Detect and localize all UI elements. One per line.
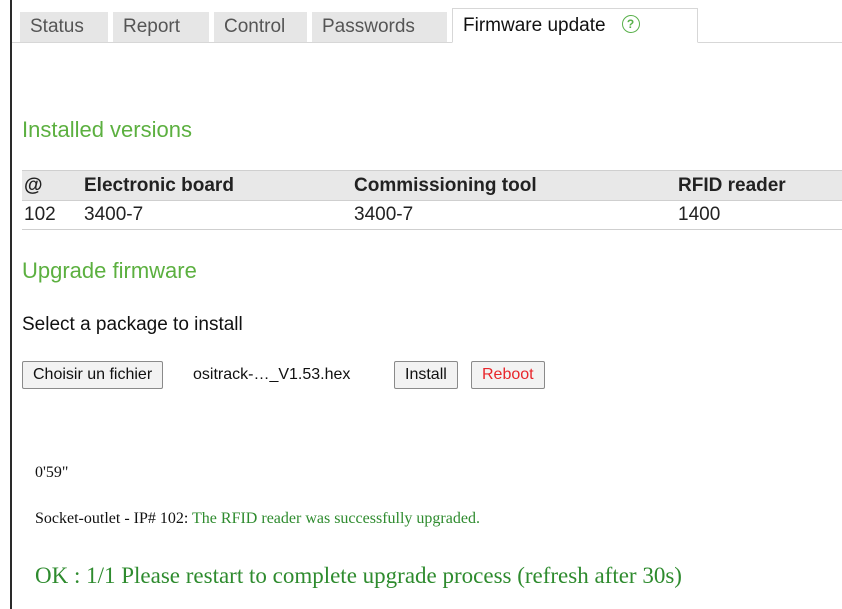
tab-report[interactable]: Report (113, 12, 209, 42)
column-header-commissioning-tool: Commissioning tool (354, 175, 537, 196)
package-prompt: Select a package to install (22, 314, 243, 335)
versions-table: @ Electronic board Commissioning tool RF… (22, 170, 842, 230)
tab-control[interactable]: Control (214, 12, 307, 42)
help-icon[interactable]: ? (621, 15, 640, 34)
elapsed-time: 0'59" (35, 464, 69, 481)
page-left-border (10, 0, 12, 609)
cell-commissioning-tool: 3400-7 (354, 204, 414, 225)
versions-table-header: @ Electronic board Commissioning tool RF… (22, 170, 842, 201)
tab-passwords-label: Passwords (322, 16, 415, 37)
tab-status-label: Status (30, 16, 84, 37)
reboot-button[interactable]: Reboot (471, 361, 545, 389)
column-header-address: @ (24, 175, 43, 196)
device-message: The RFID reader was successfully upgrade… (192, 510, 480, 527)
upgrade-status-line: Socket-outlet - IP# 102: The RFID reader… (35, 510, 480, 528)
tab-firmware-update[interactable]: Firmware update? (452, 8, 698, 43)
selected-file-name: ositrack-…_V1.53.hex (193, 366, 351, 383)
column-header-rfid-reader: RFID reader (678, 175, 786, 196)
cell-rfid-reader: 1400 (678, 204, 721, 225)
result-message: OK : 1/1 Please restart to complete upgr… (35, 563, 682, 588)
tab-status[interactable]: Status (20, 12, 108, 42)
tab-control-label: Control (224, 16, 286, 37)
tab-passwords[interactable]: Passwords (312, 12, 447, 42)
cell-address: 102 (24, 204, 56, 225)
install-button[interactable]: Install (394, 361, 458, 389)
choose-file-button[interactable]: Choisir un fichier (22, 361, 164, 389)
upgrade-firmware-title: Upgrade firmware (22, 258, 197, 283)
tab-bar: Status Report Control Passwords Firmware… (12, 8, 842, 48)
cell-electronic-board: 3400-7 (84, 204, 144, 225)
table-row: 102 3400-7 3400-7 1400 (22, 200, 842, 230)
column-header-electronic-board: Electronic board (84, 175, 234, 196)
tab-firmware-update-label: Firmware update (463, 15, 606, 36)
device-prefix: Socket-outlet - IP# 102: (35, 510, 193, 527)
installed-versions-title: Installed versions (22, 117, 192, 142)
tab-bar-baseline (12, 42, 842, 43)
tab-report-label: Report (123, 16, 181, 37)
